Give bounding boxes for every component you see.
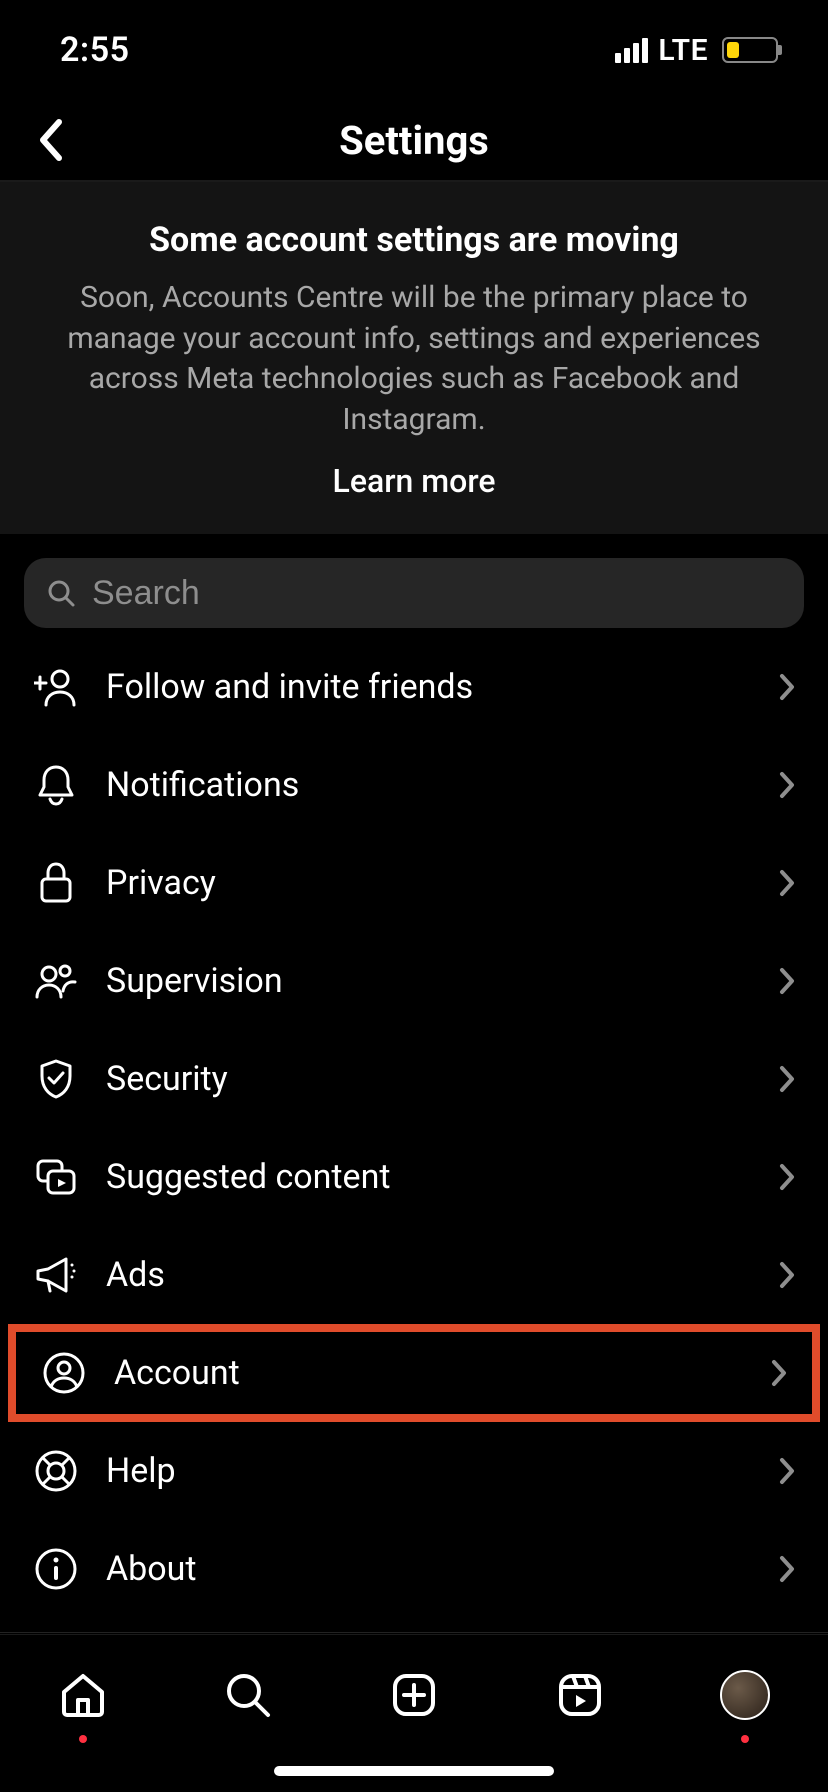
row-label: Supervision (106, 961, 752, 1001)
divider (0, 1632, 828, 1633)
chevron-right-icon (778, 1456, 796, 1486)
row-label: Suggested content (106, 1157, 752, 1197)
tab-create[interactable] (374, 1655, 454, 1735)
row-about[interactable]: About (0, 1520, 828, 1618)
row-ads[interactable]: Ads (0, 1226, 828, 1324)
row-label: Follow and invite friends (106, 667, 752, 707)
notification-dot (79, 1735, 87, 1743)
search-input[interactable] (92, 574, 782, 613)
row-security[interactable]: Security (0, 1030, 828, 1128)
plus-square-icon (389, 1670, 439, 1720)
bell-icon (32, 761, 80, 809)
chevron-right-icon (778, 1064, 796, 1094)
page-title: Settings (339, 117, 489, 164)
chevron-right-icon (778, 966, 796, 996)
megaphone-icon (32, 1251, 80, 1299)
people-icon (32, 957, 80, 1005)
chevron-right-icon (778, 868, 796, 898)
notification-dot (741, 1735, 749, 1743)
row-account[interactable]: Account (8, 1324, 820, 1422)
status-time: 2:55 (60, 30, 130, 70)
avatar (720, 1670, 770, 1720)
nav-header: Settings (0, 100, 828, 180)
status-right: LTE (615, 33, 778, 68)
row-label: About (106, 1549, 752, 1589)
row-label: Ads (106, 1255, 752, 1295)
row-suggested-content[interactable]: Suggested content (0, 1128, 828, 1226)
tab-profile[interactable] (705, 1655, 785, 1735)
reels-icon (555, 1670, 605, 1720)
row-supervision[interactable]: Supervision (0, 932, 828, 1030)
status-bar: 2:55 LTE (0, 0, 828, 100)
banner-heading: Some account settings are moving (40, 220, 788, 260)
person-circle-icon (40, 1349, 88, 1397)
settings-list: Follow and invite friends Notifications … (0, 638, 828, 1792)
network-label: LTE (658, 33, 708, 68)
chevron-left-icon (37, 118, 63, 162)
row-label: Notifications (106, 765, 752, 805)
chevron-right-icon (770, 1358, 788, 1388)
chevron-right-icon (778, 1260, 796, 1290)
tab-home[interactable] (43, 1655, 123, 1735)
row-help[interactable]: Help (0, 1422, 828, 1520)
row-label: Account (114, 1353, 744, 1393)
home-indicator[interactable] (274, 1766, 554, 1776)
info-banner: Some account settings are moving Soon, A… (0, 182, 828, 534)
info-icon (32, 1545, 80, 1593)
search-icon (46, 578, 76, 608)
tab-reels[interactable] (540, 1655, 620, 1735)
home-icon (58, 1670, 108, 1720)
row-privacy[interactable]: Privacy (0, 834, 828, 932)
search-field[interactable] (24, 558, 804, 628)
chevron-right-icon (778, 672, 796, 702)
add-person-icon (32, 663, 80, 711)
media-stack-icon (32, 1153, 80, 1201)
tab-search[interactable] (208, 1655, 288, 1735)
row-label: Security (106, 1059, 752, 1099)
lock-icon (32, 859, 80, 907)
lifebuoy-icon (32, 1447, 80, 1495)
search-icon (223, 1670, 273, 1720)
chevron-right-icon (778, 1162, 796, 1192)
chevron-right-icon (778, 1554, 796, 1584)
shield-check-icon (32, 1055, 80, 1103)
battery-icon (722, 37, 778, 63)
banner-learn-more[interactable]: Learn more (333, 462, 496, 500)
banner-body: Soon, Accounts Centre will be the primar… (40, 278, 788, 440)
row-notifications[interactable]: Notifications (0, 736, 828, 834)
chevron-right-icon (778, 770, 796, 800)
signal-icon (615, 38, 648, 63)
row-label: Help (106, 1451, 752, 1491)
search-container (0, 534, 828, 638)
row-follow-invite[interactable]: Follow and invite friends (0, 638, 828, 736)
row-label: Privacy (106, 863, 752, 903)
back-button[interactable] (20, 110, 80, 170)
